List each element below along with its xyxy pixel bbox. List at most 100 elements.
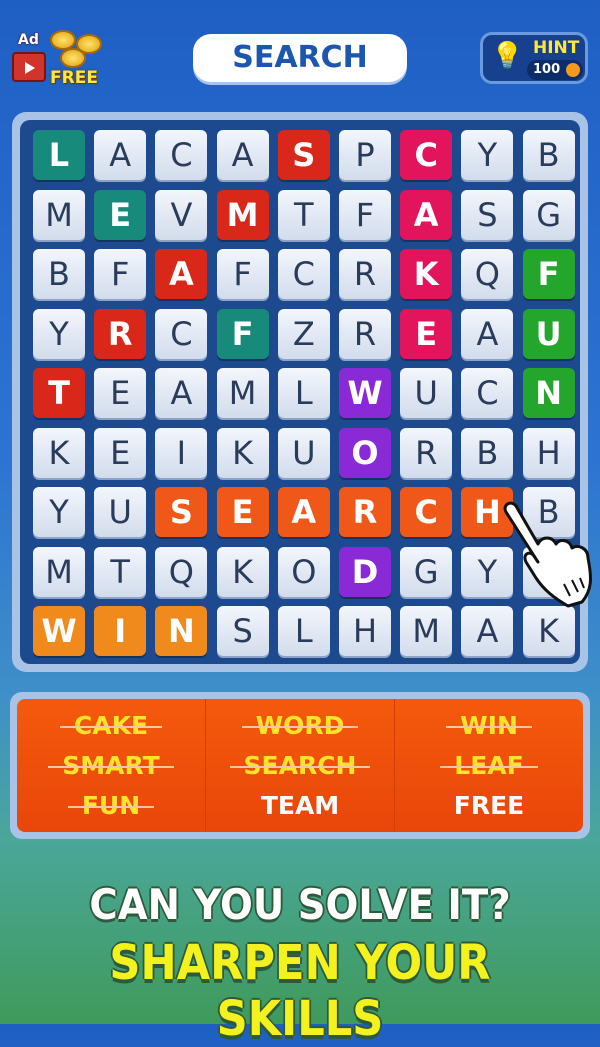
letter-tile[interactable]: S xyxy=(277,130,330,180)
coin-icon xyxy=(60,48,86,68)
letter-tile[interactable]: B xyxy=(522,130,575,180)
letter-tile[interactable]: K xyxy=(216,546,269,597)
letter-tile[interactable]: B xyxy=(33,249,85,299)
lightbulb-icon: 💡 xyxy=(491,41,524,71)
letter-tile[interactable]: A xyxy=(155,249,208,299)
word-item: FREE xyxy=(453,791,525,821)
letter-tile[interactable]: R xyxy=(94,308,147,359)
letter-tile[interactable]: M xyxy=(216,189,269,240)
letter-tile[interactable]: K xyxy=(400,249,453,299)
word-item: CAKE xyxy=(59,710,163,740)
word-item: WIN xyxy=(446,710,532,740)
letter-tile[interactable]: A xyxy=(461,606,514,656)
letter-tile[interactable]: U xyxy=(94,487,147,537)
letter-tile[interactable]: R xyxy=(339,487,391,537)
letter-tile[interactable]: N xyxy=(155,606,208,656)
letter-tile[interactable]: Z xyxy=(277,308,330,359)
letter-tile[interactable]: Y xyxy=(33,308,85,359)
letter-tile[interactable]: C xyxy=(461,368,514,418)
letter-tile[interactable]: H xyxy=(522,427,575,478)
word-item: TEAM xyxy=(260,791,340,821)
letter-tile[interactable]: C xyxy=(155,130,208,180)
letter-tile[interactable]: B xyxy=(461,427,514,478)
letter-tile[interactable]: E xyxy=(216,487,269,537)
letter-tile[interactable]: T xyxy=(277,189,330,240)
letter-tile[interactable]: C xyxy=(277,249,330,299)
letter-tile[interactable]: F xyxy=(216,249,269,299)
letter-tile[interactable]: P xyxy=(339,130,391,180)
letter-tile[interactable]: C xyxy=(155,308,208,359)
letter-tile[interactable]: U xyxy=(277,427,330,478)
letter-tile[interactable]: S xyxy=(155,487,208,537)
letter-grid[interactable]: LACASPCYBMEVMTFASGBFAFCRKQFYRCFZREAUTEAM… xyxy=(20,120,580,664)
page-title: SEARCH xyxy=(193,34,407,82)
letter-tile[interactable]: F xyxy=(522,249,575,299)
letter-tile[interactable]: Q xyxy=(461,249,514,299)
letter-tile[interactable]: R xyxy=(339,308,391,359)
letter-tile[interactable]: O xyxy=(339,427,391,478)
letter-tile[interactable]: S xyxy=(216,606,269,656)
letter-tile[interactable]: L xyxy=(277,606,330,656)
letter-tile[interactable]: F xyxy=(339,189,391,240)
hint-button[interactable]: 💡 HINT 100 xyxy=(480,32,588,84)
letter-tile[interactable]: O xyxy=(277,546,330,597)
letter-tile[interactable]: F xyxy=(216,308,269,359)
free-ad-button[interactable]: Ad FREE xyxy=(10,30,102,90)
letter-tile[interactable]: A xyxy=(277,487,330,537)
coin-icon xyxy=(566,63,580,77)
letter-tile[interactable]: K xyxy=(522,606,575,656)
letter-tile[interactable]: I xyxy=(94,606,147,656)
hint-label: HINT xyxy=(533,38,580,58)
promo-headline: CAN YOU SOLVE IT? xyxy=(89,880,511,929)
letter-tile[interactable]: E xyxy=(94,189,147,240)
word-column: WIN LEAF FREE xyxy=(395,699,583,832)
letter-tile[interactable]: Y xyxy=(33,487,85,537)
pointing-hand-icon xyxy=(503,501,592,608)
letter-tile[interactable]: I xyxy=(155,427,208,478)
letter-tile[interactable]: T xyxy=(33,368,85,418)
letter-tile[interactable]: M xyxy=(33,189,85,240)
letter-tile[interactable]: Y xyxy=(461,130,514,180)
letter-tile[interactable]: M xyxy=(33,546,85,597)
letter-tile[interactable]: L xyxy=(277,368,330,418)
letter-tile[interactable]: G xyxy=(400,546,453,597)
letter-tile[interactable]: T xyxy=(94,546,147,597)
letter-tile[interactable]: A xyxy=(461,308,514,359)
letter-tile[interactable]: E xyxy=(400,308,453,359)
letter-tile[interactable]: E xyxy=(94,368,147,418)
letter-tile[interactable]: C xyxy=(400,130,453,180)
letter-tile[interactable]: A xyxy=(216,130,269,180)
letter-tile[interactable]: Q xyxy=(155,546,208,597)
letter-tile[interactable]: A xyxy=(94,130,147,180)
word-list-panel: CAKE SMART FUN WORD SEARCH TEAM WIN LEAF… xyxy=(10,692,590,839)
letter-tile[interactable]: U xyxy=(400,368,453,418)
letter-tile[interactable]: W xyxy=(33,606,85,656)
word-item: FUN xyxy=(67,791,155,821)
word-column: WORD SEARCH TEAM xyxy=(206,699,395,832)
letter-tile[interactable]: W xyxy=(339,368,391,418)
letter-tile[interactable]: A xyxy=(155,368,208,418)
letter-tile[interactable]: N xyxy=(522,368,575,418)
letter-tile[interactable]: K xyxy=(33,427,85,478)
letter-tile[interactable]: V xyxy=(155,189,208,240)
letter-tile[interactable]: R xyxy=(400,427,453,478)
letter-tile[interactable]: D xyxy=(339,546,391,597)
free-label: FREE xyxy=(50,68,98,88)
letter-tile[interactable]: S xyxy=(461,189,514,240)
letter-tile[interactable]: C xyxy=(400,487,453,537)
letter-tile[interactable]: L xyxy=(33,130,85,180)
letter-tile[interactable]: M xyxy=(400,606,453,656)
letter-tile[interactable]: M xyxy=(216,368,269,418)
ad-label: Ad xyxy=(18,32,39,48)
hint-cost-value: 100 xyxy=(533,62,561,77)
letter-tile[interactable]: R xyxy=(339,249,391,299)
letter-tile[interactable]: F xyxy=(94,249,147,299)
letter-tile[interactable]: K xyxy=(216,427,269,478)
word-item: WORD xyxy=(241,710,359,740)
video-clapper-icon xyxy=(12,52,46,82)
letter-tile[interactable]: H xyxy=(339,606,391,656)
letter-tile[interactable]: E xyxy=(94,427,147,478)
letter-tile[interactable]: G xyxy=(522,189,575,240)
letter-tile[interactable]: U xyxy=(522,308,575,359)
letter-tile[interactable]: A xyxy=(400,189,453,240)
